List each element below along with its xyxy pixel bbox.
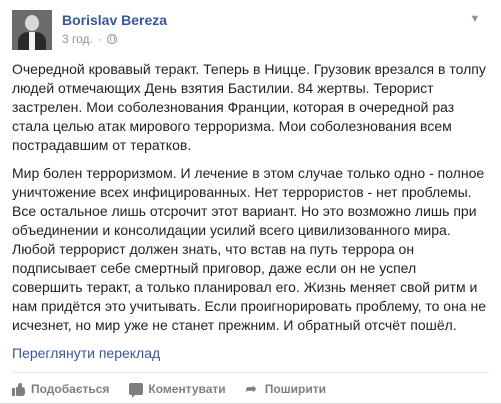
- post-body: Очередной кровавый теракт. Теперь в Ницц…: [12, 60, 489, 344]
- share-label: Поширити: [264, 382, 326, 396]
- like-button[interactable]: Подобається: [12, 382, 109, 396]
- post-paragraph: Мир болен терроризмом. И лечение в этом …: [12, 165, 486, 333]
- thumbs-up-icon: [12, 382, 26, 396]
- comment-icon: [129, 383, 144, 398]
- chevron-down-icon[interactable]: ▼: [468, 12, 482, 26]
- post-paragraph: Очередной кровавый теракт. Теперь в Ницц…: [12, 61, 486, 153]
- author-name[interactable]: Borislav Bereza: [62, 12, 167, 28]
- see-translation-link[interactable]: Переглянути переклад: [12, 345, 160, 361]
- post-meta: 3 год. ·: [62, 32, 117, 46]
- avatar[interactable]: [12, 10, 52, 50]
- action-bar: Подобається Коментувати ➦ Поширити: [12, 379, 489, 399]
- meta-separator: ·: [97, 32, 102, 46]
- post-card: Borislav Bereza 3 год. · ▼ Очередной кро…: [0, 0, 501, 404]
- post-timestamp[interactable]: 3 год.: [62, 32, 93, 46]
- share-button[interactable]: ➦ Поширити: [246, 382, 326, 396]
- divider: [12, 372, 489, 373]
- comment-button[interactable]: Коментувати: [129, 382, 226, 398]
- like-label: Подобається: [31, 382, 110, 396]
- globe-icon[interactable]: [106, 34, 117, 44]
- share-arrow-icon: ➦: [245, 381, 257, 396]
- comment-label: Коментувати: [148, 382, 226, 396]
- post-header: Borislav Bereza 3 год. · ▼: [12, 10, 482, 50]
